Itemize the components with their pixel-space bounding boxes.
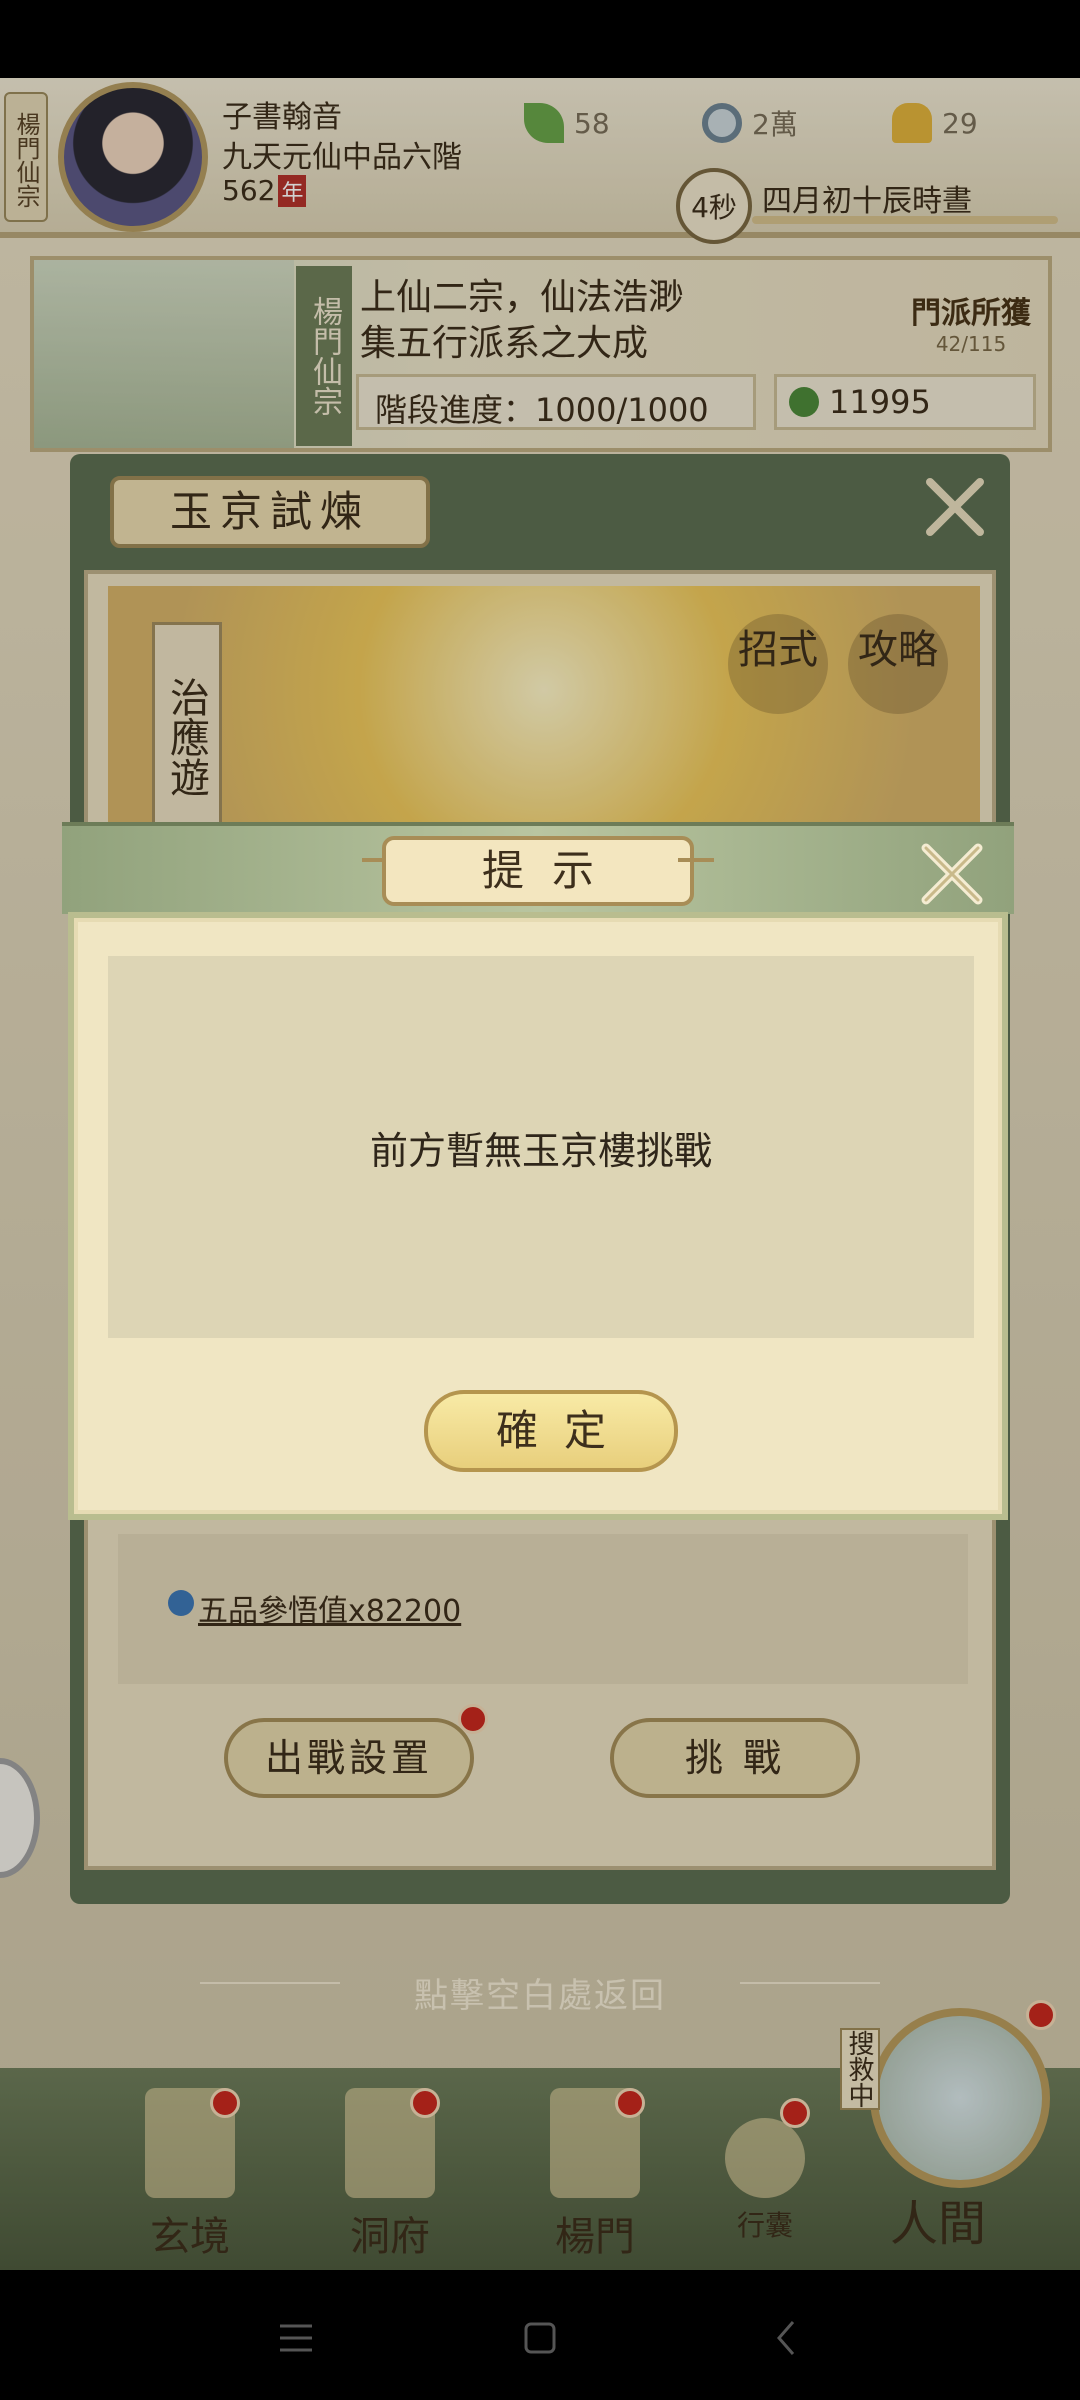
confirm-button[interactable]: 確定 bbox=[424, 1390, 678, 1472]
system-nav-bar bbox=[0, 2270, 1080, 2400]
tip-dialog-header: 提示 bbox=[62, 822, 1014, 914]
tip-message-box: 前方暫無玉京樓挑戰 bbox=[108, 956, 974, 1338]
tip-dialog: 提示 前方暫無玉京樓挑戰 確定 bbox=[62, 822, 1014, 1526]
tip-dialog-title: 提示 bbox=[382, 836, 694, 906]
back-button[interactable] bbox=[756, 2308, 816, 2368]
back-arrow-icon bbox=[777, 2321, 795, 2355]
menu-icon bbox=[280, 2324, 312, 2352]
status-bar bbox=[0, 0, 1080, 78]
home-button[interactable] bbox=[510, 2308, 570, 2368]
close-icon bbox=[921, 843, 983, 905]
menu-button[interactable] bbox=[266, 2308, 326, 2368]
home-icon bbox=[524, 2322, 556, 2354]
tip-close-button[interactable] bbox=[914, 836, 990, 912]
tip-dialog-body: 前方暫無玉京樓挑戰 確定 bbox=[68, 912, 1008, 1520]
plate-ornament-right bbox=[678, 858, 714, 862]
tip-message: 前方暫無玉京樓挑戰 bbox=[369, 1128, 712, 1173]
